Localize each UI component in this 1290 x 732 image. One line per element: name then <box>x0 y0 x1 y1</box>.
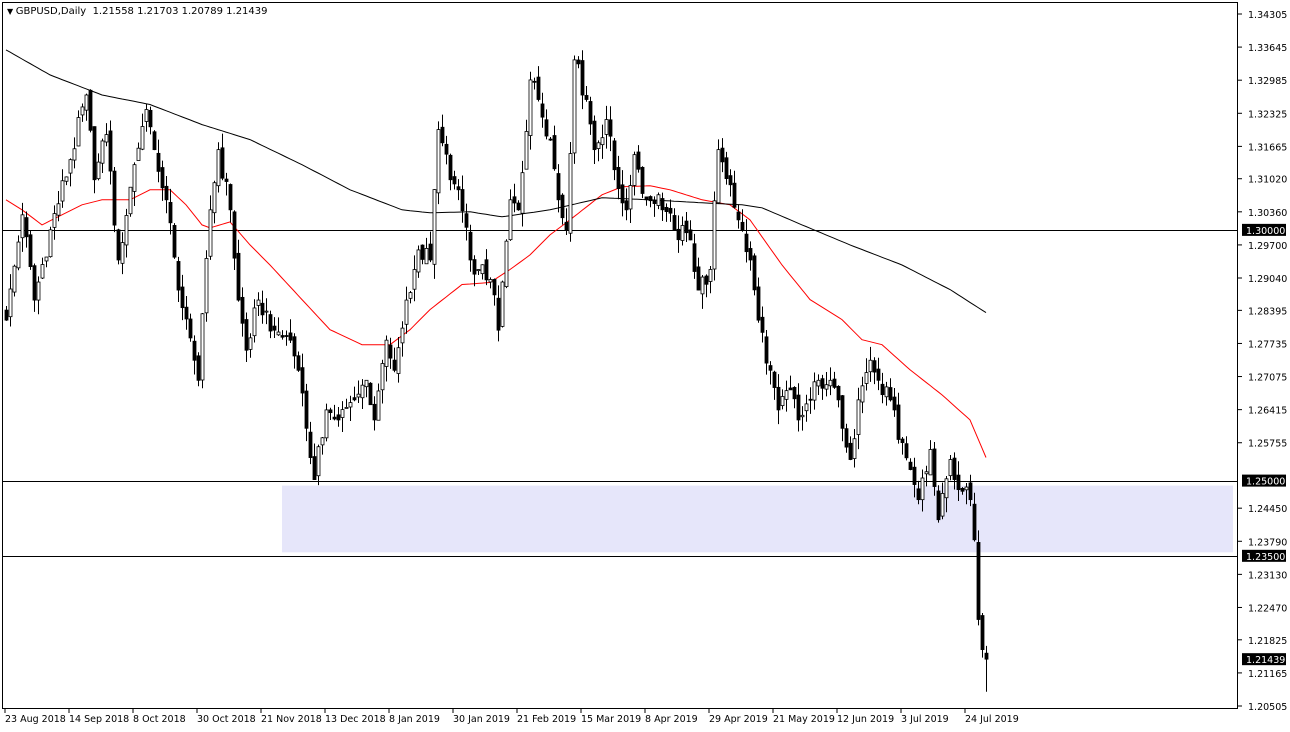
chart-frame <box>2 2 1238 709</box>
y-tick-label: 1.27075 <box>1248 373 1287 384</box>
price-tag-label: 1.23500 <box>1246 552 1285 563</box>
price-tag-label: 1.30000 <box>1246 226 1285 237</box>
y-tick-label: 1.29700 <box>1248 241 1287 252</box>
x-tick-label: 30 Oct 2018 <box>197 714 256 725</box>
x-tick-label: 3 Jul 2019 <box>901 714 949 725</box>
y-tick-label: 1.23130 <box>1248 570 1287 581</box>
x-tick-label: 21 Feb 2019 <box>517 714 576 725</box>
y-tick-label: 1.29040 <box>1248 274 1287 285</box>
x-tick-label: 29 Apr 2019 <box>709 714 768 725</box>
y-tick-label: 1.25755 <box>1248 439 1287 450</box>
y-tick-label: 1.33645 <box>1248 43 1287 54</box>
y-tick-label: 1.27735 <box>1248 339 1287 350</box>
x-tick-label: 8 Oct 2018 <box>133 714 186 725</box>
y-tick-label: 1.23790 <box>1248 537 1287 548</box>
price-tag-label: 1.25000 <box>1246 477 1285 488</box>
y-tick-label: 1.30360 <box>1248 208 1287 219</box>
x-tick-label: 8 Jan 2019 <box>389 714 440 725</box>
y-tick-label: 1.22470 <box>1248 603 1287 614</box>
x-tick-label: 15 Mar 2019 <box>581 714 641 725</box>
x-tick-label: 14 Sep 2018 <box>69 714 129 725</box>
price-tag-label: 1.21439 <box>1246 655 1285 666</box>
x-tick-label: 13 Dec 2018 <box>325 714 386 725</box>
x-tick-label: 8 Apr 2019 <box>645 714 698 725</box>
chart-header: ▼ GBPUSD,Daily 1.21558 1.21703 1.20789 1… <box>7 6 268 17</box>
y-tick-label: 1.26415 <box>1248 406 1287 417</box>
x-tick-label: 30 Jan 2019 <box>453 714 510 725</box>
y-tick-label: 1.31020 <box>1248 175 1287 186</box>
x-tick-label: 21 May 2019 <box>773 714 835 725</box>
ohlc-readout: 1.21558 1.21703 1.20789 1.21439 <box>93 6 268 17</box>
x-tick-label: 23 Aug 2018 <box>5 714 66 725</box>
y-tick-label: 1.34305 <box>1248 10 1287 21</box>
dropdown-triangle-icon[interactable]: ▼ <box>7 7 16 16</box>
y-tick-label: 1.31665 <box>1248 142 1287 153</box>
x-tick-label: 24 Jul 2019 <box>965 714 1019 725</box>
y-tick-label: 1.32325 <box>1248 109 1287 120</box>
y-tick-label: 1.24450 <box>1248 504 1287 515</box>
y-tick-label: 1.32985 <box>1248 76 1287 87</box>
y-tick-label: 1.21165 <box>1248 669 1287 680</box>
symbol-label: GBPUSD,Daily <box>16 6 87 17</box>
x-tick-label: 12 Jun 2019 <box>837 714 894 725</box>
y-tick-label: 1.20505 <box>1248 702 1287 713</box>
y-tick-label: 1.21825 <box>1248 636 1287 647</box>
y-tick-label: 1.28395 <box>1248 306 1287 317</box>
x-tick-label: 21 Nov 2018 <box>261 714 322 725</box>
